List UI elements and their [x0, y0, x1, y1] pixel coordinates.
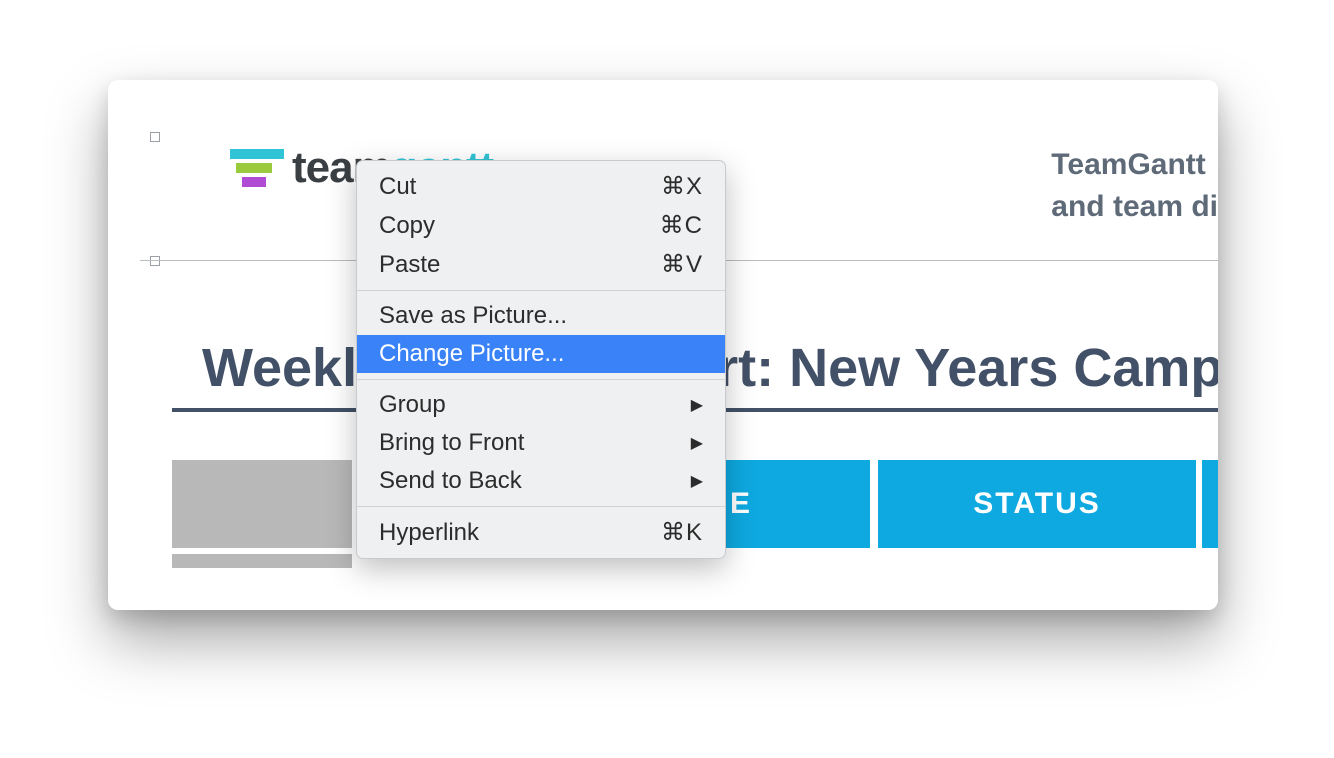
menu-item-cut[interactable]: Cut ⌘X — [357, 167, 725, 206]
logo-bars-icon — [230, 149, 284, 187]
window-frame: teamgantt TeamGantt and team di Weekly S… — [108, 80, 1218, 610]
menu-item-shortcut: ⌘K — [661, 518, 703, 547]
menu-item-save-as-picture[interactable]: Save as Picture... — [357, 297, 725, 335]
menu-item-label: Copy — [379, 212, 435, 240]
menu-item-label: Group — [379, 391, 446, 419]
menu-item-label: Hyperlink — [379, 519, 479, 547]
menu-item-label: Cut — [379, 173, 416, 201]
menu-item-copy[interactable]: Copy ⌘C — [357, 206, 725, 245]
menu-separator — [357, 506, 725, 507]
menu-item-group[interactable]: Group ▶ — [357, 386, 725, 424]
menu-item-send-to-back[interactable]: Send to Back ▶ — [357, 462, 725, 500]
table-row-header-empty — [172, 554, 352, 568]
menu-item-shortcut: ⌘C — [660, 211, 703, 240]
submenu-arrow-icon: ▶ — [691, 471, 703, 491]
table-column-header-label: STATUS — [973, 487, 1101, 521]
document-canvas[interactable]: teamgantt TeamGantt and team di Weekly S… — [140, 112, 1218, 610]
menu-item-shortcut: ⌘V — [661, 250, 703, 279]
menu-item-bring-to-front[interactable]: Bring to Front ▶ — [357, 424, 725, 462]
header-right-text: TeamGantt and team di — [1051, 144, 1218, 228]
selection-handle-icon[interactable] — [150, 256, 160, 266]
menu-item-label: Save as Picture... — [379, 302, 567, 330]
menu-item-paste[interactable]: Paste ⌘V — [357, 245, 725, 284]
menu-item-hyperlink[interactable]: Hyperlink ⌘K — [357, 513, 725, 552]
submenu-arrow-icon: ▶ — [691, 433, 703, 453]
menu-item-label: Bring to Front — [379, 429, 524, 457]
menu-separator — [357, 379, 725, 380]
table-row-header-empty — [172, 460, 352, 548]
submenu-arrow-icon: ▶ — [691, 395, 703, 415]
table-column-header-status: STATUS — [878, 460, 1196, 548]
context-menu: Cut ⌘X Copy ⌘C Paste ⌘V Save as Picture.… — [356, 160, 726, 559]
selection-handle-icon[interactable] — [150, 132, 160, 142]
menu-item-label: Change Picture... — [379, 340, 564, 368]
menu-separator — [357, 290, 725, 291]
menu-item-label: Send to Back — [379, 467, 522, 495]
menu-item-change-picture[interactable]: Change Picture... — [357, 335, 725, 373]
menu-item-shortcut: ⌘X — [661, 172, 703, 201]
table-column-header-label: E — [730, 487, 752, 521]
table-column-header — [1202, 460, 1218, 548]
menu-item-label: Paste — [379, 251, 440, 279]
